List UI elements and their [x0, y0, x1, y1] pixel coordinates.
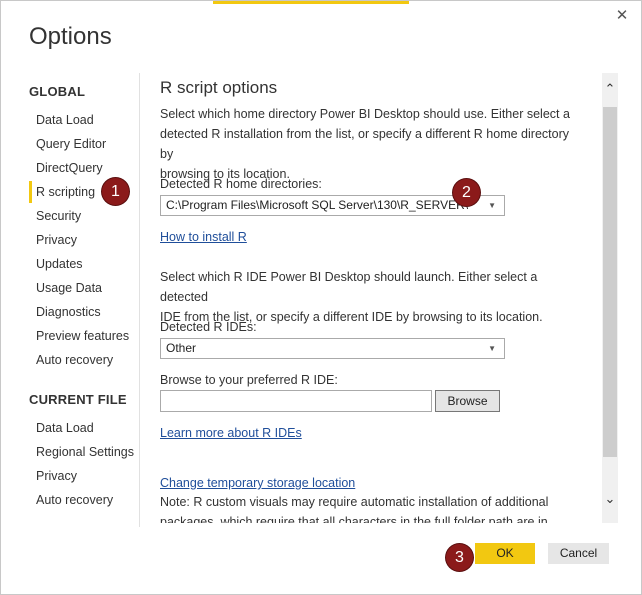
annotation-badge-3: 3	[446, 544, 473, 571]
cancel-button[interactable]: Cancel	[548, 543, 609, 564]
chevron-up-icon[interactable]: ⌃	[602, 81, 618, 97]
sidebar-item-security[interactable]: Security	[29, 205, 136, 227]
scrollbar-thumb[interactable]	[603, 107, 617, 457]
dialog-title: Options	[29, 23, 112, 50]
annotation-badge-1: 1	[102, 178, 129, 205]
chevron-down-icon: ▼	[488, 344, 496, 353]
ide-path-input[interactable]	[160, 390, 432, 412]
content-scrollbar[interactable]: ⌃ ⌄	[602, 73, 618, 523]
current-file-heading: CURRENT FILE	[29, 392, 127, 407]
how-to-install-r-link[interactable]: How to install R	[160, 230, 247, 244]
home-directories-label: Detected R home directories:	[160, 177, 322, 191]
home-intro-text: Select which home directory Power BI Des…	[160, 104, 580, 184]
chevron-down-icon: ▼	[488, 201, 496, 210]
change-storage-location-link[interactable]: Change temporary storage location	[160, 476, 355, 490]
close-icon[interactable]: ✕	[613, 7, 631, 25]
home-intro-line: Select which home directory Power BI Des…	[160, 107, 570, 121]
note-line: packages, which require that all charact…	[160, 515, 548, 523]
sidebar-item-file-data-load[interactable]: Data Load	[29, 417, 136, 439]
note-text: Note: R custom visuals may require autom…	[160, 492, 580, 523]
note-line: Note: R custom visuals may require autom…	[160, 495, 549, 509]
learn-more-r-ides-link[interactable]: Learn more about R IDEs	[160, 426, 302, 440]
sidebar-item-diagnostics[interactable]: Diagnostics	[29, 301, 136, 323]
sidebar-item-auto-recovery[interactable]: Auto recovery	[29, 349, 136, 371]
options-content: R script options Select which home direc…	[141, 73, 601, 523]
ide-intro-line: Select which R IDE Power BI Desktop shou…	[160, 270, 538, 304]
ide-intro-text: Select which R IDE Power BI Desktop shou…	[160, 267, 580, 327]
sidebar-item-data-load[interactable]: Data Load	[29, 109, 136, 131]
options-sidebar: GLOBAL Data Load Query Editor DirectQuer…	[1, 73, 140, 527]
sidebar-item-file-auto-recovery[interactable]: Auto recovery	[29, 489, 136, 511]
ide-label: Detected R IDEs:	[160, 320, 257, 334]
global-heading: GLOBAL	[29, 84, 86, 99]
section-heading: R script options	[160, 78, 278, 97]
browse-button[interactable]: Browse	[435, 390, 500, 412]
ide-value: Other	[166, 341, 197, 355]
chevron-down-icon[interactable]: ⌄	[602, 491, 618, 507]
home-directory-value: C:\Program Files\Microsoft SQL Server\13…	[166, 198, 469, 212]
annotation-badge-2: 2	[453, 179, 480, 206]
title-accent-bar	[213, 1, 409, 4]
browse-ide-label: Browse to your preferred R IDE:	[160, 373, 338, 387]
sidebar-item-updates[interactable]: Updates	[29, 253, 136, 275]
ide-select[interactable]: Other ▼	[160, 338, 505, 359]
sidebar-item-file-privacy[interactable]: Privacy	[29, 465, 136, 487]
sidebar-item-usage-data[interactable]: Usage Data	[29, 277, 136, 299]
ok-button[interactable]: OK	[475, 543, 535, 564]
options-dialog: ✕ Options GLOBAL Data Load Query Editor …	[0, 0, 642, 595]
sidebar-item-query-editor[interactable]: Query Editor	[29, 133, 136, 155]
sidebar-item-directquery[interactable]: DirectQuery	[29, 157, 136, 179]
sidebar-item-regional-settings[interactable]: Regional Settings	[29, 441, 136, 463]
sidebar-item-preview-features[interactable]: Preview features	[29, 325, 136, 347]
home-intro-line: detected R installation from the list, o…	[160, 127, 569, 161]
sidebar-item-privacy[interactable]: Privacy	[29, 229, 136, 251]
